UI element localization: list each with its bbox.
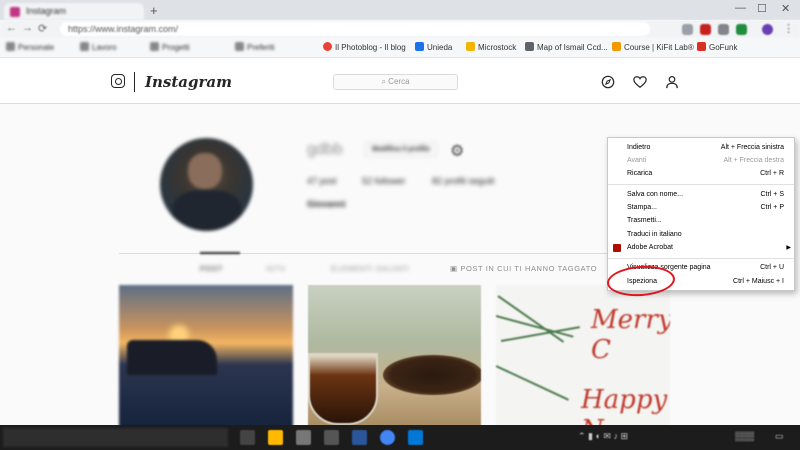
profile-icon[interactable] <box>762 24 773 35</box>
task-view-icon[interactable] <box>240 430 255 445</box>
context-menu-item[interactable]: Traduci in italiano <box>608 229 794 241</box>
tab-posts[interactable]: POST <box>200 264 223 273</box>
instagram-logo-icon[interactable] <box>111 74 125 88</box>
bookmark-item[interactable]: Lavoro <box>80 42 116 52</box>
address-bar: ← → ⟳ https://www.instagram.com/ ⋮ <box>0 20 800 38</box>
post-thumbnail[interactable]: Merry C Happy N <box>496 285 670 430</box>
post-thumbnail[interactable] <box>308 285 481 430</box>
word-icon[interactable] <box>352 430 367 445</box>
bookmark-item[interactable]: Unieda <box>415 42 452 52</box>
menu-separator <box>608 258 794 259</box>
user-icon[interactable] <box>665 75 679 89</box>
context-menu-item[interactable]: Adobe Acrobat ▶ <box>608 242 794 254</box>
menu-separator <box>608 184 794 185</box>
tab-igtv[interactable]: IGTV <box>266 264 286 273</box>
app-icon[interactable] <box>296 430 311 445</box>
post-thumbnail[interactable] <box>119 285 293 430</box>
forward-icon[interactable]: → <box>22 22 33 34</box>
compass-icon[interactable] <box>601 75 615 89</box>
gear-icon[interactable]: ⚙ <box>450 141 464 161</box>
tab-saved[interactable]: ELEMENTI SALVATI <box>331 264 409 273</box>
tab-tagged[interactable]: ▣ POST IN CUI TI HANNO TAGGATO <box>450 264 597 273</box>
context-menu-item[interactable]: Ricarica Ctrl + R <box>608 168 794 180</box>
url-field[interactable]: https://www.instagram.com/ <box>60 22 650 36</box>
bookmark-item[interactable]: Progetti <box>150 42 190 52</box>
bookmark-item[interactable]: Course | KiFit Lab® <box>612 42 694 52</box>
bookmark-item[interactable]: GoFunk <box>697 42 737 52</box>
file-explorer-icon[interactable] <box>268 430 283 445</box>
heart-icon[interactable] <box>633 75 647 89</box>
instagram-favicon-icon <box>10 7 20 17</box>
context-menu-item[interactable]: Indietro Alt + Freccia sinistra <box>608 142 794 154</box>
profile-full-name: Giovanni <box>307 199 346 209</box>
context-menu-item[interactable]: Avanti Alt + Freccia destra <box>608 155 794 167</box>
instagram-wordmark[interactable]: Instagram <box>145 73 232 91</box>
taskbar: ⌃ ▮ ◐ ✉ ♪ ⊞ ▒▒▒ ▭ <box>0 425 800 450</box>
extension-icon[interactable] <box>736 24 747 35</box>
app-icon[interactable] <box>408 430 423 445</box>
acrobat-icon <box>613 244 621 252</box>
minimize-icon[interactable]: — <box>735 2 746 14</box>
following-count[interactable]: 82 profili seguiti <box>432 176 495 186</box>
bookmark-item[interactable]: Il Photoblog - Il blog <box>323 42 406 52</box>
browser-tab-title: Instagram <box>26 6 67 16</box>
profile-username: gdbb <box>307 141 343 158</box>
browser-tab-bar: Instagram + — ☐ ✕ <box>0 0 800 20</box>
extension-icon[interactable] <box>682 24 693 35</box>
context-menu-item[interactable]: Salva con nome... Ctrl + S <box>608 189 794 201</box>
bookmark-item[interactable]: Map of Ismail Ccd... <box>525 42 608 52</box>
extension-icon[interactable] <box>718 24 729 35</box>
edit-profile-button[interactable]: Modifica il profilo <box>365 142 437 157</box>
avatar[interactable] <box>160 138 253 231</box>
new-tab-icon[interactable]: + <box>150 3 158 18</box>
close-icon[interactable]: ✕ <box>781 2 790 15</box>
menu-icon[interactable]: ⋮ <box>783 22 794 35</box>
context-menu-item[interactable]: Stampa... Ctrl + P <box>608 202 794 214</box>
bookmarks-bar: Personale Lavoro Progetti Preferiti Il P… <box>0 38 800 58</box>
posts-count: 47 post <box>307 176 337 186</box>
post-script-text: Happy N <box>581 385 668 430</box>
clock[interactable]: ▒▒▒ <box>735 431 754 441</box>
active-tab-indicator <box>200 252 240 254</box>
browser-tab[interactable]: Instagram <box>4 3 144 20</box>
search-placeholder: Cerca <box>388 77 410 86</box>
followers-count[interactable]: 52 follower <box>362 176 406 186</box>
logo-divider <box>134 72 135 92</box>
reload-icon[interactable]: ⟳ <box>38 22 47 35</box>
bookmark-item[interactable]: Personale <box>6 42 54 52</box>
back-icon[interactable]: ← <box>6 22 17 34</box>
search-input[interactable]: ⌕ Cerca <box>333 74 458 90</box>
context-menu-item[interactable]: Trasmetti... <box>608 215 794 227</box>
bookmark-item[interactable]: Microstock <box>466 42 516 52</box>
tray-icons[interactable]: ⌃ ▮ ◐ ✉ ♪ ⊞ <box>578 431 628 442</box>
notifications-icon[interactable]: ▭ <box>775 431 784 442</box>
taskbar-search[interactable] <box>3 428 228 447</box>
bookmark-item[interactable]: Preferiti <box>235 42 275 52</box>
post-script-text: Merry C <box>591 305 670 365</box>
extension-icon[interactable] <box>700 24 711 35</box>
submenu-arrow-icon: ▶ <box>786 245 791 251</box>
app-icon[interactable] <box>324 430 339 445</box>
maximize-icon[interactable]: ☐ <box>757 2 767 15</box>
instagram-header: Instagram ⌕ Cerca <box>0 58 800 104</box>
chrome-icon[interactable] <box>380 430 395 445</box>
